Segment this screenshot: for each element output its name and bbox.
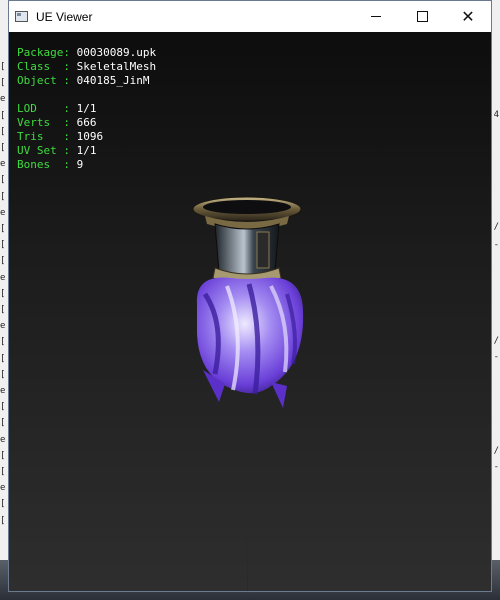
background-glyph: [ (0, 337, 6, 348)
background-glyph: e (0, 272, 6, 283)
background-glyph: [ (0, 191, 6, 202)
info-key: Bones : (17, 158, 77, 171)
info-row: UV Set : 1/1 (17, 144, 103, 158)
background-glyph: [ (0, 240, 6, 251)
maximize-icon (416, 11, 428, 22)
background-glyph: [ (0, 126, 6, 137)
minimize-button[interactable] (353, 1, 399, 32)
info-row: Tris : 1096 (17, 130, 103, 144)
background-glyph: [ (0, 305, 6, 315)
info-key: Verts : (17, 116, 77, 129)
info-key: Object : (17, 74, 77, 87)
background-glyph: / (493, 222, 499, 232)
background-glyph: [ (0, 418, 6, 429)
background-glyph: [ (0, 499, 6, 510)
info-row: Object : 040185_JinM (17, 74, 156, 88)
background-glyph: [ (0, 78, 6, 89)
background-window-right: 4 / - / - / - (492, 0, 500, 600)
background-glyph: [ (0, 402, 6, 413)
3d-viewport[interactable]: Package: 00030089.upk Class : SkeletalMes… (9, 32, 491, 591)
package-info: Package: 00030089.upk Class : SkeletalMes… (17, 46, 156, 88)
z-axis-line (247, 492, 248, 591)
background-glyph: [ (0, 353, 6, 364)
info-value: 9 (76, 158, 84, 171)
background-glyph: [ (0, 62, 6, 72)
info-row: Bones : 9 (17, 158, 103, 172)
background-glyph: [ (0, 110, 6, 121)
info-value: 1/1 (76, 144, 97, 157)
close-icon: ✕ (461, 6, 475, 26)
minimize-icon (371, 16, 381, 17)
title-bar[interactable]: UE Viewer ✕ (9, 1, 491, 32)
background-glyph: - (493, 240, 499, 250)
background-glyph: e (0, 207, 6, 218)
app-icon[interactable] (15, 11, 28, 22)
info-value: 00030089.upk (76, 46, 157, 59)
info-key: Class : (17, 60, 77, 73)
background-glyph: [ (0, 256, 6, 267)
background-glyph: e (0, 483, 6, 494)
background-glyph: [ (0, 467, 6, 477)
skeletal-mesh-model (192, 196, 304, 408)
info-row: Verts : 666 (17, 116, 103, 130)
background-glyph: [ (0, 224, 6, 234)
ue-viewer-window[interactable]: UE Viewer ✕ Package: 00030089.upk Class :… (8, 0, 492, 592)
info-key: Tris : (17, 130, 77, 143)
background-glyph: [ (0, 288, 6, 299)
background-glyph: [ (0, 175, 6, 186)
background-glyph: [ (0, 515, 6, 526)
background-glyph: - (493, 462, 499, 472)
background-glyph: [ (0, 369, 6, 380)
background-glyph: [ (0, 450, 6, 461)
background-glyph: e (0, 159, 6, 170)
background-glyph: 4 (493, 110, 499, 120)
background-glyph: - (493, 352, 499, 362)
background-glyph: [ (0, 143, 6, 153)
info-row: Class : SkeletalMesh (17, 60, 156, 74)
mesh-stats: LOD : 1/1 Verts : 666 Tris : 1096 UV Set : … (17, 102, 103, 172)
info-row: LOD : 1/1 (17, 102, 103, 116)
background-glyph: e (0, 386, 6, 396)
info-value: 1096 (76, 130, 104, 143)
background-glyph: / (493, 336, 499, 346)
close-button[interactable]: ✕ (445, 1, 491, 32)
background-glyph: / (493, 446, 499, 456)
background-glyph: e (0, 94, 6, 105)
info-value: 666 (76, 116, 97, 129)
info-value: 040185_JinM (76, 74, 150, 87)
info-value: 1/1 (76, 102, 97, 115)
window-title: UE Viewer (36, 9, 93, 24)
info-row: Package: 00030089.upk (17, 46, 156, 60)
info-key: UV Set : (17, 144, 77, 157)
background-glyph: e (0, 434, 6, 445)
info-value: SkeletalMesh (76, 60, 157, 73)
info-key: LOD : (17, 102, 77, 115)
maximize-button[interactable] (399, 1, 445, 32)
background-glyph: e (0, 321, 6, 332)
info-key: Package: (17, 46, 77, 59)
background-window-left: [ [ e [ [ [ e [ [ e [ [ [ e [ [ e [ [ [ e [ [ e [ [ e [ [ (0, 0, 8, 600)
